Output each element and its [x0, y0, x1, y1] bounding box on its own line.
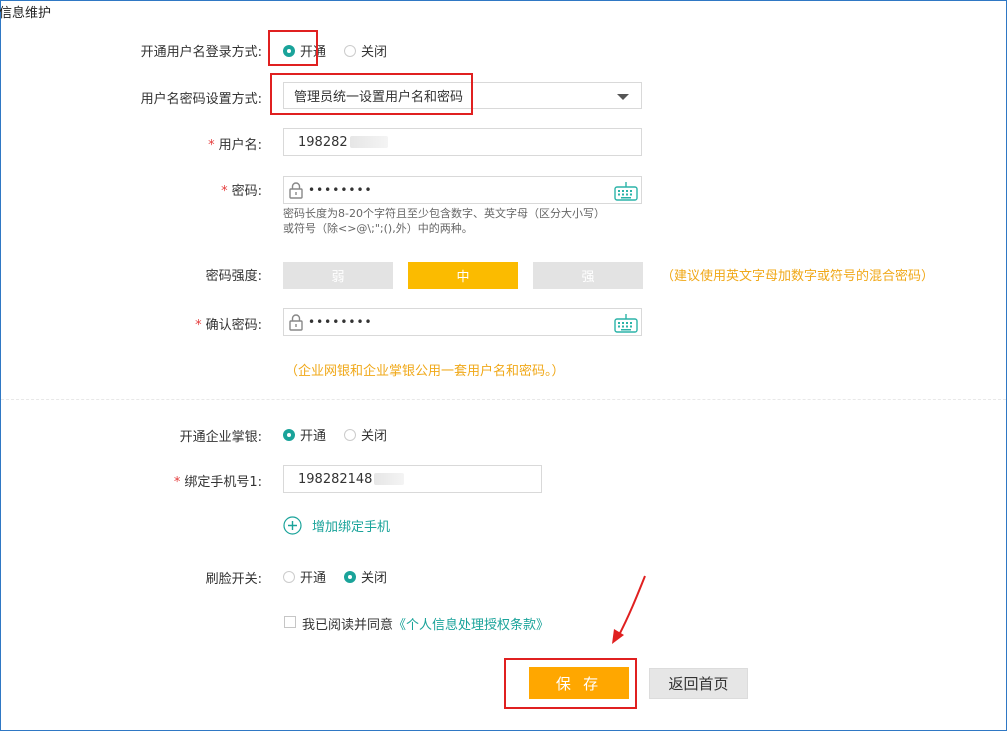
lock-icon	[289, 182, 303, 199]
mobile-bank-on-radio[interactable]: 开通	[283, 425, 326, 444]
agreement-text: 我已阅读并同意《个人信息处理授权条款》	[302, 614, 549, 633]
pwd-setting-label: 用户名密码设置方式:	[140, 92, 262, 107]
strength-strong: 强	[533, 262, 643, 289]
username-value: 198282	[298, 134, 348, 150]
radio-checked-icon	[283, 44, 295, 57]
radio-label: 关闭	[361, 429, 388, 444]
radio-label: 开通	[300, 45, 327, 60]
back-home-button[interactable]: 返回首页	[649, 668, 748, 699]
keyboard-icon[interactable]	[614, 313, 638, 333]
username-input[interactable]: 198282	[283, 128, 642, 156]
confirm-password-input[interactable]: ••••••••	[283, 308, 642, 336]
face-switch-label: 刷脸开关:	[205, 572, 262, 587]
radio-label: 关闭	[361, 45, 388, 60]
confirm-password-label-text: 确认密码:	[205, 318, 262, 333]
username-label-text: 用户名:	[218, 138, 262, 153]
radio-unchecked-icon	[283, 570, 295, 583]
pwd-setting-select[interactable]: 管理员统一设置用户名和密码	[283, 82, 642, 109]
bind-phone-input[interactable]: 198282148	[283, 465, 542, 493]
masked-text	[374, 473, 405, 485]
confirm-password-label: * 确认密码:	[195, 318, 262, 333]
form-panel: 信息维护 开通用户名登录方式: 开通 关闭 用户名密码设置方式: 管理员统一设置…	[0, 0, 1007, 731]
plus-circle-icon	[283, 516, 302, 535]
annotation-arrow-icon	[612, 575, 646, 644]
agreement-checkbox[interactable]	[284, 616, 296, 628]
face-switch-on-radio[interactable]: 开通	[283, 567, 326, 586]
password-label-text: 密码:	[231, 184, 262, 199]
section-divider	[1, 399, 1006, 400]
face-switch-off-radio[interactable]: 关闭	[344, 567, 387, 586]
password-hint: 密码长度为8-20个字符且至少包含数字、英文字母（区分大小写） 或符号（除<>@…	[283, 206, 605, 236]
privacy-terms-link[interactable]: 《个人信息处理授权条款》	[393, 618, 549, 633]
password-label: * 密码:	[221, 184, 262, 199]
radio-label: 开通	[300, 571, 327, 586]
login-mode-off-radio[interactable]: 关闭	[344, 41, 387, 60]
login-mode-on-radio[interactable]: 开通	[283, 41, 326, 60]
password-input[interactable]: ••••••••	[283, 176, 642, 204]
masked-text	[349, 136, 388, 148]
bind-phone-value: 198282148	[298, 471, 373, 487]
hint-line-2: 或符号（除<>@\;";(),外）中的两种。	[283, 222, 473, 235]
chevron-down-icon	[617, 94, 629, 100]
radio-unchecked-icon	[344, 44, 356, 57]
radio-label: 开通	[300, 429, 327, 444]
add-phone-button[interactable]: 增加绑定手机	[283, 516, 390, 535]
save-button[interactable]: 保 存	[529, 667, 629, 699]
select-value: 管理员统一设置用户名和密码	[294, 90, 464, 105]
radio-checked-icon	[344, 570, 356, 583]
lock-icon	[289, 314, 303, 331]
mobile-bank-label: 开通企业掌银:	[179, 430, 262, 445]
shared-credentials-note: （企业网银和企业掌银公用一套用户名和密码。）	[285, 364, 565, 379]
login-mode-label: 开通用户名登录方式:	[140, 45, 262, 60]
strength-medium: 中	[408, 262, 518, 289]
add-phone-label: 增加绑定手机	[312, 520, 391, 535]
strength-note: （建议使用英文字母加数字或符号的混合密码）	[661, 269, 935, 284]
agreement-label: 我已阅读并同意	[302, 618, 394, 633]
hint-line-1: 密码长度为8-20个字符且至少包含数字、英文字母（区分大小写）	[283, 207, 605, 220]
mobile-bank-off-radio[interactable]: 关闭	[344, 425, 387, 444]
radio-label: 关闭	[361, 571, 388, 586]
bind-phone-label: * 绑定手机号1:	[173, 475, 262, 490]
keyboard-icon[interactable]	[614, 181, 638, 201]
strength-weak: 弱	[283, 262, 393, 289]
section-title: 信息维护	[0, 6, 52, 21]
confirm-password-dots: ••••••••	[308, 315, 373, 329]
bind-phone-label-text: 绑定手机号1:	[184, 475, 262, 490]
password-dots: ••••••••	[308, 183, 373, 197]
radio-unchecked-icon	[344, 428, 356, 441]
strength-label: 密码强度:	[205, 269, 262, 284]
username-label: * 用户名:	[208, 138, 262, 153]
radio-checked-icon	[283, 428, 295, 441]
